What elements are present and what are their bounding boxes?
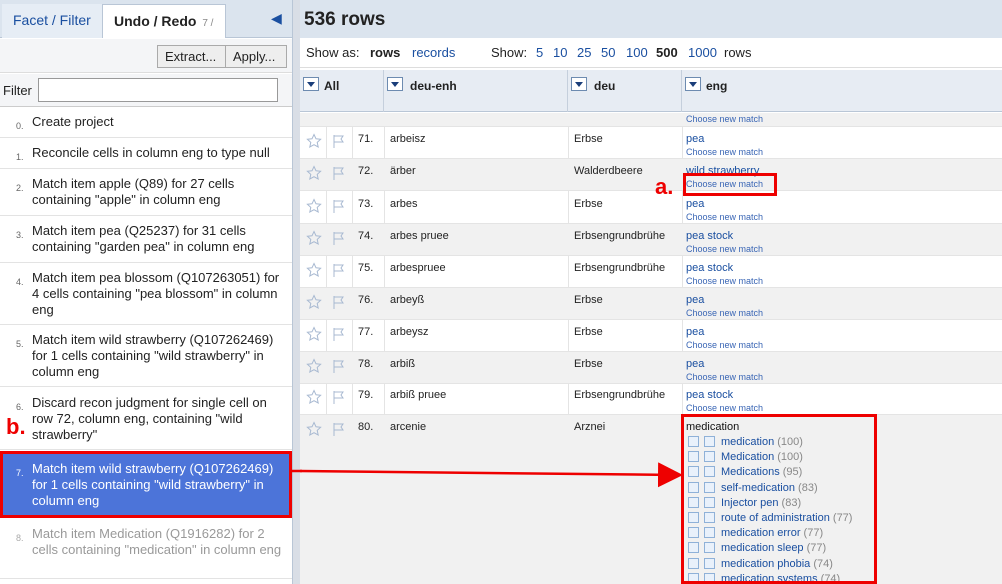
annotation-arrow-line [300, 462, 683, 488]
history-item-selected[interactable]: 7. Match item wild strawberry (Q107262469… [0, 451, 292, 518]
data-table-panel: 536 rows Show as: rows records Show: 5 1… [300, 0, 1002, 584]
history-item-text: Match item apple (Q89) for 27 cells cont… [32, 176, 235, 207]
annotation-box-candidates [681, 414, 877, 584]
extract-button[interactable]: Extract... [157, 45, 226, 68]
history-item-text: Reconcile cells in column eng to type nu… [32, 145, 270, 160]
history-item[interactable]: 2. Match item apple (Q89) for 27 cells co… [0, 169, 292, 216]
history-item-number: 5. [16, 339, 24, 349]
history-item-number: 0. [16, 121, 24, 131]
history-item-text: Match item pea (Q25237) for 31 cells con… [32, 223, 255, 254]
annotation-box-a [683, 173, 777, 196]
annotation-arrow [300, 462, 683, 488]
history-item-text: Match item Medication (Q1916282) for 2 c… [32, 526, 282, 557]
history-item-number: 4. [16, 277, 24, 287]
history-item-number: 7. [16, 468, 24, 478]
annotation-label-b: b. [6, 414, 26, 439]
left-tabs: Facet / Filter Undo / Redo 7 / 8 ◀ [0, 0, 292, 64]
history-item-text: Match item pea blossom (Q107263051) for … [32, 270, 280, 317]
history-item-text: Create project [32, 114, 114, 129]
history-item-text: Discard recon judgment for single cell o… [32, 395, 267, 442]
history-item-number: 3. [16, 230, 24, 240]
apply-button[interactable]: Apply... [225, 45, 287, 68]
tab-undo-label: Undo / Redo [114, 13, 197, 29]
history-item[interactable]: 0. Create project [0, 108, 292, 138]
annotation-label-a: a. [655, 174, 674, 199]
history-item[interactable]: 3. Match item pea (Q25237) for 31 cells c… [0, 216, 292, 263]
left-panel: Facet / Filter Undo / Redo 7 / 8 ◀ Extra… [0, 0, 292, 584]
history-item[interactable]: 4. Match item pea blossom (Q107263051) fo… [0, 263, 292, 325]
history-item-number: 6. [16, 402, 24, 412]
history-item-text: Match item wild strawberry (Q107262469) … [32, 332, 274, 379]
collapse-left-icon[interactable]: ◀ [271, 10, 282, 27]
history-toolbar: Extract... Apply... [0, 39, 292, 73]
filter-label: Filter [3, 83, 32, 98]
history-item[interactable]: 5. Match item wild strawberry (Q107262469… [0, 325, 292, 387]
history-item[interactable]: 6. Discard recon judgment for single cell… [0, 387, 292, 450]
history-item[interactable]: 1. Reconcile cells in column eng to type … [0, 138, 292, 169]
history-item-text: Match item wild strawberry (Q107262469) … [32, 461, 274, 508]
tab-facet-filter[interactable]: Facet / Filter [2, 4, 102, 38]
filter-input[interactable] [38, 78, 278, 102]
history-item-number: 8. [16, 533, 24, 543]
filter-row: Filter [0, 74, 292, 107]
history-item-number: 1. [16, 152, 24, 162]
annotation-arrow-start [292, 469, 302, 473]
history-item-number: 2. [16, 183, 24, 193]
history-item-future[interactable]: 8. Match item Medication (Q1916282) for 2… [0, 519, 292, 579]
tab-undo-redo[interactable]: Undo / Redo 7 / 8 [102, 4, 226, 64]
